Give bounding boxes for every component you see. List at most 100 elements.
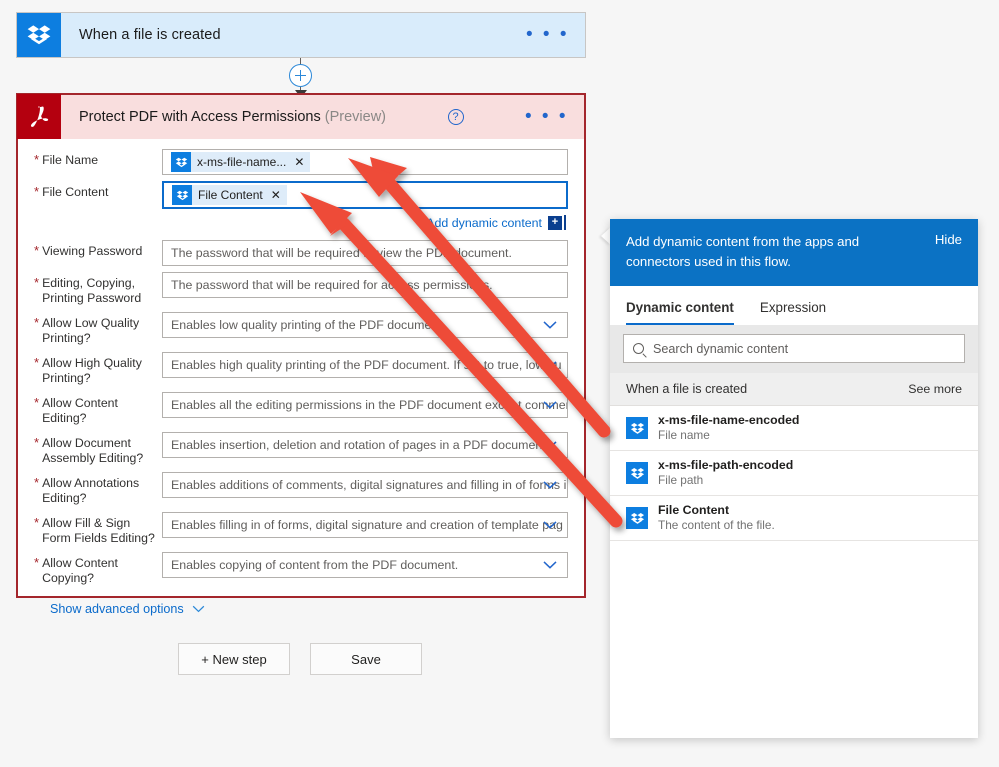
input-file-name[interactable]: x-ms-file-name... ✕ — [162, 149, 568, 175]
help-icon[interactable]: ? — [447, 109, 464, 125]
label-text: Allow Annotations Editing? — [42, 476, 140, 505]
placeholder-text: Enables all the editing permissions in t… — [171, 398, 568, 412]
adobe-pdf-icon — [17, 94, 61, 139]
trigger-menu-button[interactable]: • • • — [526, 25, 569, 44]
field-label-viewing-password: * Viewing Password — [34, 240, 162, 259]
insert-step-plus-icon[interactable] — [289, 64, 312, 87]
dropbox-icon — [626, 462, 648, 484]
list-item[interactable]: x-ms-file-path-encoded File path — [610, 451, 978, 496]
chevron-down-icon[interactable] — [543, 518, 557, 533]
see-more-button[interactable]: See more — [908, 382, 962, 396]
required-asterisk: * — [34, 515, 40, 530]
action-card-protect-pdf: Protect PDF with Access Permissions (Pre… — [16, 93, 586, 616]
field-label-allow-content-copying: * Allow Content Copying? — [34, 552, 162, 586]
action-preview-tag: (Preview) — [324, 109, 387, 125]
flow-designer-screen: When a file is created • • • Protect PDF… — [0, 0, 999, 767]
placeholder-text: Enables copying of content from the PDF … — [171, 558, 459, 572]
label-text: Allow Content Copying? — [42, 556, 118, 585]
list-item-text: x-ms-file-path-encoded File path — [658, 458, 793, 488]
form-row-viewing-password: * Viewing Password The password that wil… — [34, 240, 568, 266]
form-row-allow-document-assembly-editing: * Allow Document Assembly Editing? Enabl… — [34, 432, 568, 466]
form-row-allow-annotations-editing: * Allow Annotations Editing? Enables add… — [34, 472, 568, 506]
field-label-editing-password: * Editing, Copying, Printing Password — [34, 272, 162, 306]
placeholder-text: Enables high quality printing of the PDF… — [171, 358, 562, 372]
dynamic-token-file-content[interactable]: File Content ✕ — [172, 185, 287, 205]
add-dynamic-content-row: Add dynamic content + — [34, 215, 568, 230]
placeholder-text: The password that will be required to vi… — [171, 246, 512, 260]
required-asterisk: * — [34, 184, 40, 199]
hide-panel-button[interactable]: Hide — [927, 232, 962, 247]
close-icon[interactable]: ✕ — [271, 188, 281, 202]
tab-dynamic-content[interactable]: Dynamic content — [626, 300, 734, 325]
placeholder-text: The password that will be required for a… — [171, 278, 493, 292]
action-card-header[interactable]: Protect PDF with Access Permissions (Pre… — [17, 94, 584, 139]
dropdown-allow-content-copying[interactable]: Enables copying of content from the PDF … — [162, 552, 568, 578]
show-advanced-options-button[interactable]: Show advanced options — [50, 602, 568, 616]
action-title-text: Protect PDF with Access Permissions — [79, 109, 321, 125]
dynamic-token-file-name[interactable]: x-ms-file-name... ✕ — [171, 152, 311, 172]
chevron-down-icon[interactable] — [543, 358, 557, 373]
list-item-description: The content of the file. — [658, 518, 775, 532]
dropdown-allow-document-assembly-editing[interactable]: Enables insertion, deletion and rotation… — [162, 432, 568, 458]
field-label-allow-high-quality-printing: * Allow High Quality Printing? — [34, 352, 162, 386]
dynamic-content-search-area: Search dynamic content — [610, 325, 978, 373]
trigger-title: When a file is created — [79, 27, 221, 43]
required-asterisk: * — [34, 315, 40, 330]
label-text: Allow Low Quality Printing? — [42, 316, 140, 345]
dropdown-allow-annotations-editing[interactable]: Enables additions of comments, digital s… — [162, 472, 568, 498]
dropdown-allow-fill-sign-form-fields-editing[interactable]: Enables filling in of forms, digital sig… — [162, 512, 568, 538]
field-label-allow-fill-sign-form-fields-editing: * Allow Fill & Sign Form Fields Editing? — [34, 512, 162, 546]
input-file-content[interactable]: File Content ✕ — [162, 181, 568, 209]
dropbox-icon — [172, 185, 192, 205]
dropdown-allow-low-quality-printing[interactable]: Enables low quality printing of the PDF … — [162, 312, 568, 338]
label-text: Viewing Password — [42, 244, 143, 258]
form-row-file-name: * File Name x-ms-file-name... ✕ — [34, 149, 568, 175]
trigger-card-when-a-file-is-created[interactable]: When a file is created • • • — [16, 12, 586, 58]
chevron-down-icon[interactable] — [543, 318, 557, 333]
dynamic-content-panel: Add dynamic content from the apps and co… — [610, 219, 978, 738]
chevron-down-icon[interactable] — [543, 438, 557, 453]
field-label-allow-low-quality-printing: * Allow Low Quality Printing? — [34, 312, 162, 346]
label-text: Allow High Quality Printing? — [42, 356, 142, 385]
plus-icon[interactable]: + — [548, 215, 562, 230]
chevron-down-icon[interactable] — [543, 478, 557, 493]
required-asterisk: * — [34, 475, 40, 490]
chevron-down-icon[interactable] — [543, 398, 557, 413]
action-form: * File Name x-ms-file-name... ✕ * File C… — [18, 139, 584, 616]
action-menu-button[interactable]: • • • — [525, 107, 568, 126]
new-step-button[interactable]: + New step — [178, 643, 290, 675]
show-advanced-options-label: Show advanced options — [50, 602, 184, 616]
save-button[interactable]: Save — [310, 643, 422, 675]
input-viewing-password[interactable]: The password that will be required to vi… — [162, 240, 568, 266]
dropdown-allow-content-editing[interactable]: Enables all the editing permissions in t… — [162, 392, 568, 418]
field-label-file-content: * File Content — [34, 181, 162, 200]
dropdown-allow-high-quality-printing[interactable]: Enables high quality printing of the PDF… — [162, 352, 568, 378]
form-row-file-content: * File Content File Content ✕ — [34, 181, 568, 209]
list-item[interactable]: File Content The content of the file. — [610, 496, 978, 541]
search-input[interactable]: Search dynamic content — [623, 334, 965, 363]
label-text: Editing, Copying, Printing Password — [42, 276, 142, 305]
form-row-allow-content-editing: * Allow Content Editing? Enables all the… — [34, 392, 568, 426]
dynamic-content-panel-description: Add dynamic content from the apps and co… — [626, 234, 860, 269]
search-placeholder: Search dynamic content — [653, 341, 789, 356]
list-item[interactable]: x-ms-file-name-encoded File name — [610, 406, 978, 451]
required-asterisk: * — [34, 395, 40, 410]
field-label-file-name: * File Name — [34, 149, 162, 168]
form-row-allow-fill-sign-form-fields-editing: * Allow Fill & Sign Form Fields Editing?… — [34, 512, 568, 546]
dropbox-icon — [17, 13, 61, 57]
chevron-down-icon[interactable] — [543, 558, 557, 573]
placeholder-text: Enables low quality printing of the PDF … — [171, 318, 446, 332]
list-item-name: x-ms-file-name-encoded — [658, 413, 800, 427]
add-dynamic-content-link[interactable]: Add dynamic content — [426, 216, 542, 230]
input-editing-password[interactable]: The password that will be required for a… — [162, 272, 568, 298]
close-icon[interactable]: ✕ — [294, 155, 304, 169]
placeholder-text: Enables filling in of forms, digital sig… — [171, 518, 563, 532]
dropbox-icon — [626, 417, 648, 439]
required-asterisk: * — [34, 555, 40, 570]
token-label: File Content — [198, 188, 263, 202]
placeholder-text: Enables insertion, deletion and rotation… — [171, 438, 550, 452]
label-text: Allow Document Assembly Editing? — [42, 436, 144, 465]
tab-expression[interactable]: Expression — [760, 300, 826, 325]
list-item-description: File name — [658, 428, 710, 442]
form-row-allow-content-copying: * Allow Content Copying? Enables copying… — [34, 552, 568, 586]
